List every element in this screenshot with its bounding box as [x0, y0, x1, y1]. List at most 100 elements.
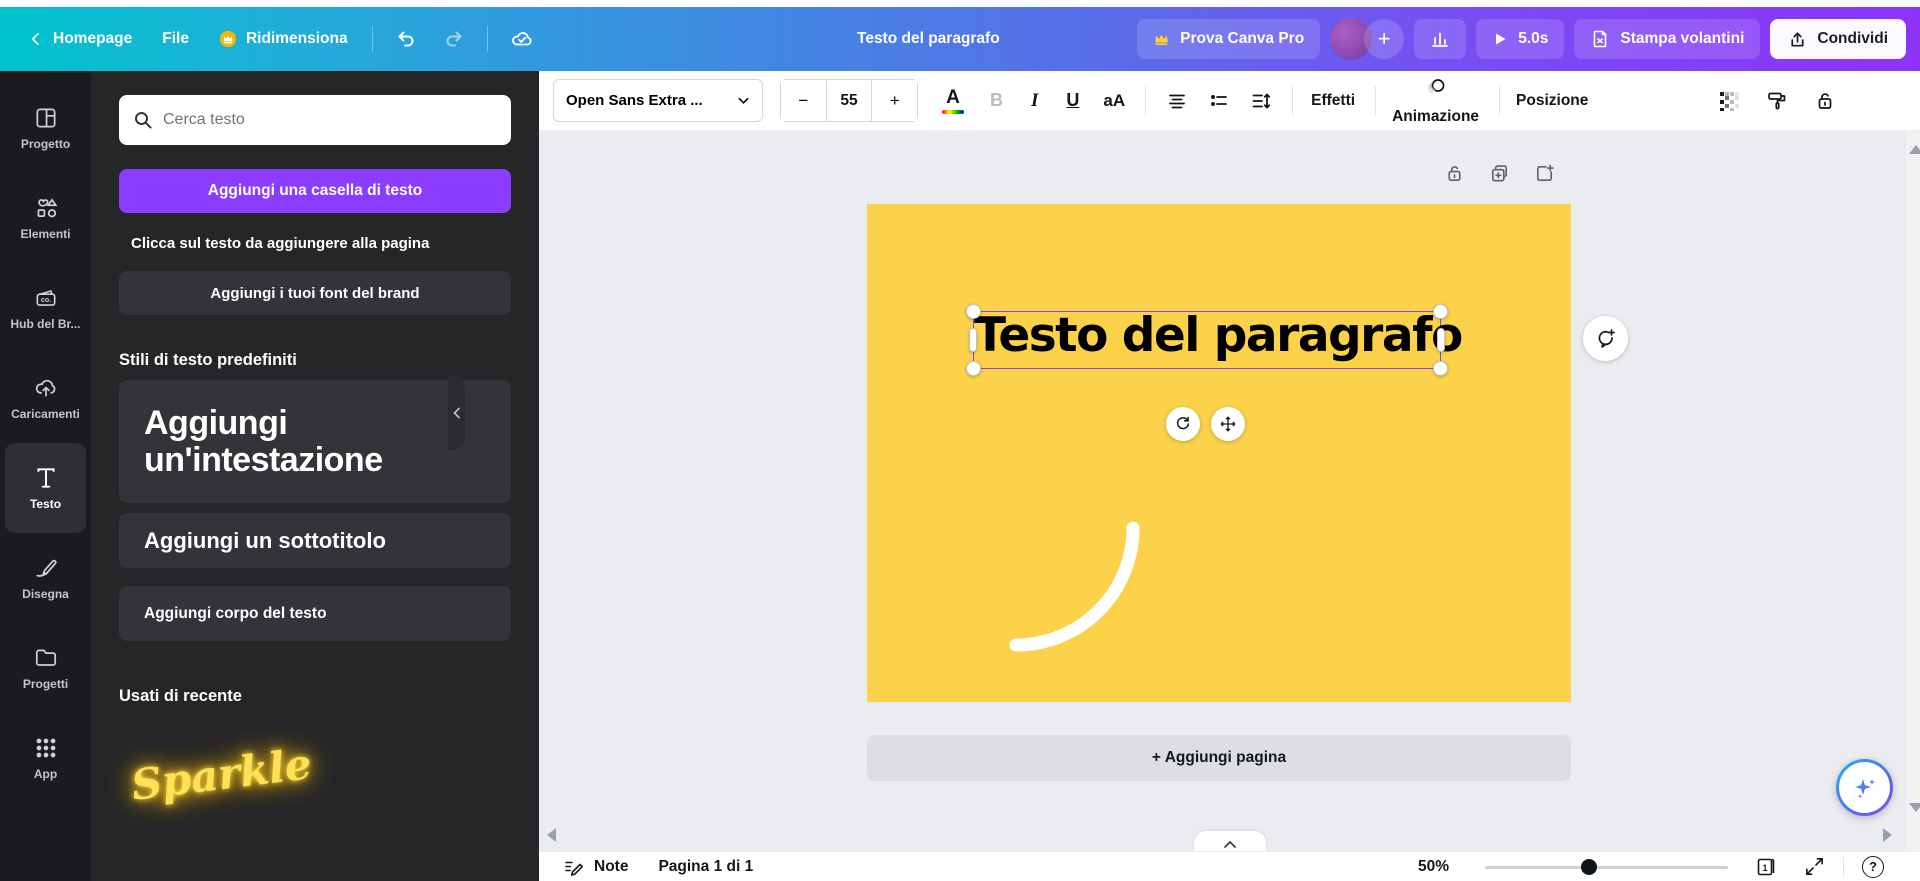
- lock-button[interactable]: [1814, 90, 1836, 112]
- sidebar-item-disegna[interactable]: Disegna: [0, 533, 91, 623]
- animation-label: Animazione: [1392, 108, 1479, 126]
- sidebar-item-progetti[interactable]: Progetti: [0, 623, 91, 713]
- undo-icon: [395, 28, 417, 50]
- redo-icon: [443, 28, 465, 50]
- header-divider: [372, 26, 373, 52]
- italic-button[interactable]: I: [1031, 90, 1038, 112]
- scroll-down-arrow[interactable]: [1909, 803, 1920, 812]
- share-label: Condividi: [1817, 30, 1888, 48]
- uploads-icon: [33, 375, 59, 401]
- sidebar-item-app[interactable]: App: [0, 713, 91, 803]
- document-title[interactable]: Testo del paragrafo: [857, 7, 1000, 71]
- crown-icon: [219, 30, 237, 48]
- rotate-element-button[interactable]: [1166, 407, 1200, 441]
- font-size-increase-button[interactable]: +: [872, 80, 917, 121]
- chevron-left-icon: [28, 31, 44, 47]
- search-input[interactable]: [163, 111, 497, 129]
- sidebar-item-caricamenti[interactable]: Caricamenti: [0, 353, 91, 443]
- font-size-decrease-button[interactable]: −: [781, 80, 826, 121]
- transparency-button[interactable]: [1718, 90, 1740, 112]
- text-case-button[interactable]: aA: [1103, 91, 1125, 111]
- add-body-text-card[interactable]: Aggiungi corpo del testo: [119, 586, 511, 641]
- statusbar-right-group: 50% 1 ?: [1418, 855, 1884, 879]
- fullscreen-button[interactable]: [1804, 856, 1825, 877]
- insights-button[interactable]: [1414, 19, 1466, 59]
- animation-button[interactable]: Animazione: [1392, 75, 1479, 126]
- sidebar-item-label: Caricamenti: [11, 407, 80, 421]
- white-arc-stroke[interactable]: [867, 204, 1571, 702]
- back-homepage-button[interactable]: Homepage: [16, 21, 144, 57]
- scroll-right-arrow[interactable]: [1883, 828, 1892, 842]
- lock-page-button[interactable]: [1444, 163, 1465, 187]
- text-align-button[interactable]: [1166, 90, 1188, 112]
- cloud-save-status-button[interactable]: [500, 18, 544, 60]
- redo-button[interactable]: [433, 19, 475, 59]
- position-button[interactable]: Posizione: [1516, 92, 1588, 110]
- panel-collapse-button[interactable]: [448, 376, 465, 450]
- add-page-icon-button[interactable]: [1534, 163, 1555, 187]
- draw-icon: [33, 555, 59, 581]
- sidebar-item-elementi[interactable]: Elementi: [0, 173, 91, 263]
- sidebar-item-hub-brand[interactable]: co. Hub del Br...: [0, 263, 91, 353]
- help-button[interactable]: ?: [1862, 856, 1884, 878]
- bulleted-list-button[interactable]: [1208, 90, 1230, 112]
- add-text-box-button[interactable]: Aggiungi una casella di testo: [119, 169, 511, 213]
- share-button[interactable]: Condividi: [1770, 19, 1906, 59]
- design-page[interactable]: Testo del paragrafo: [867, 204, 1571, 702]
- print-flyers-button[interactable]: Stampa volantini: [1574, 19, 1760, 59]
- design-canvas-area[interactable]: Testo del paragrafo + Aggiungi pagina: [539, 131, 1920, 851]
- chevron-up-icon: [1223, 840, 1237, 849]
- design-icon: [33, 105, 59, 131]
- add-page-button[interactable]: + Aggiungi pagina: [867, 735, 1571, 781]
- move-element-button[interactable]: [1211, 407, 1245, 441]
- file-menu-button[interactable]: File: [150, 21, 201, 57]
- zoom-slider[interactable]: [1485, 859, 1728, 875]
- resize-handle-top-left[interactable]: [966, 304, 981, 319]
- copy-style-button[interactable]: [1766, 90, 1788, 112]
- font-size-value[interactable]: 55: [826, 80, 873, 121]
- add-member-button[interactable]: +: [1364, 19, 1404, 59]
- underline-button[interactable]: U: [1066, 90, 1079, 111]
- resize-handle-bottom-right[interactable]: [1433, 361, 1448, 376]
- line-spacing-button[interactable]: [1250, 90, 1272, 112]
- sidebar-item-progetto[interactable]: Progetto: [0, 83, 91, 173]
- resize-handle-bottom-left[interactable]: [966, 361, 981, 376]
- resize-button[interactable]: Ridimensiona: [207, 21, 360, 57]
- try-canva-pro-button[interactable]: Prova Canva Pro: [1137, 19, 1320, 59]
- selected-text-element[interactable]: Testo del paragrafo: [973, 311, 1441, 369]
- page-indicator[interactable]: Pagina 1 di 1: [658, 858, 753, 876]
- bold-button[interactable]: B: [990, 90, 1003, 111]
- align-center-icon: [1166, 90, 1188, 112]
- animation-icon: [1424, 75, 1448, 99]
- present-duration-button[interactable]: 5.0s: [1476, 19, 1564, 59]
- resize-handle-left[interactable]: [969, 328, 977, 352]
- add-subtitle-card[interactable]: Aggiungi un sottotitolo: [119, 513, 511, 568]
- scroll-up-arrow[interactable]: [1909, 145, 1920, 154]
- resize-handle-top-right[interactable]: [1433, 304, 1448, 319]
- grid-view-button[interactable]: 1: [1754, 855, 1778, 879]
- canva-editor: Homepage File Ridimensiona Testo del par…: [0, 0, 1920, 881]
- font-family-selector[interactable]: Open Sans Extra ...: [553, 79, 763, 122]
- toolbar-divider: [1145, 86, 1146, 116]
- brand-fonts-button[interactable]: Aggiungi i tuoi font del brand: [119, 271, 511, 315]
- text-color-button[interactable]: A: [942, 88, 964, 114]
- zoom-level-value[interactable]: 50%: [1418, 858, 1449, 876]
- homepage-label: Homepage: [53, 30, 132, 48]
- notes-button[interactable]: Note: [563, 856, 628, 878]
- ai-assistant-button[interactable]: [1836, 759, 1893, 816]
- search-box: [119, 95, 511, 145]
- expand-pages-tab[interactable]: [1194, 831, 1266, 851]
- sidebar-item-testo[interactable]: Testo: [5, 443, 86, 533]
- vertical-scrollbar[interactable]: [1906, 131, 1920, 851]
- duplicate-page-button[interactable]: [1489, 163, 1510, 187]
- add-comment-button[interactable]: [1583, 316, 1628, 361]
- recent-style-sparkle[interactable]: Sparkle: [129, 739, 314, 810]
- undo-button[interactable]: [385, 19, 427, 59]
- effects-button[interactable]: Effetti: [1311, 92, 1355, 110]
- rainbow-color-bar: [942, 110, 964, 114]
- paragraph-text[interactable]: Testo del paragrafo: [974, 308, 1440, 363]
- zoom-slider-knob[interactable]: [1581, 859, 1597, 875]
- sidebar-item-label: Hub del Br...: [10, 317, 80, 331]
- resize-handle-right[interactable]: [1437, 328, 1445, 352]
- scroll-left-arrow[interactable]: [547, 828, 556, 842]
